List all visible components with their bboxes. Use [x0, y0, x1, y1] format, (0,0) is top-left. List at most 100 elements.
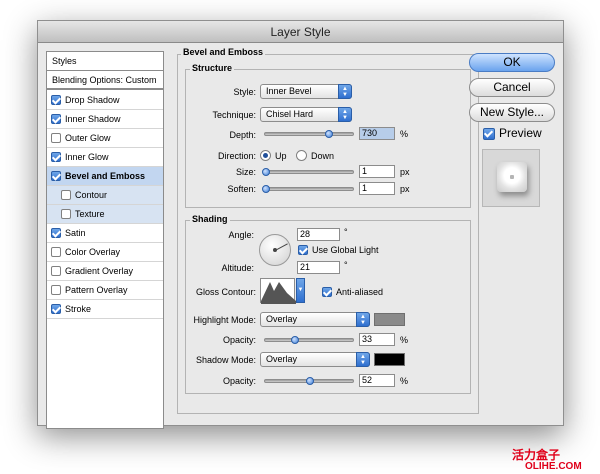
highlight-color-swatch[interactable]: [374, 313, 405, 326]
size-unit: px: [400, 167, 410, 177]
list-item-outer-glow[interactable]: Outer Glow: [47, 129, 163, 148]
bevel-emboss-title: Bevel and Emboss: [181, 47, 266, 57]
list-item-bevel-and-emboss[interactable]: Bevel and Emboss: [47, 167, 163, 186]
ok-button[interactable]: OK: [469, 53, 555, 72]
direction-up-label: Up: [275, 151, 287, 161]
texture-checkbox[interactable]: [61, 209, 71, 219]
list-item-label: Texture: [75, 209, 105, 219]
style-value: Inner Bevel: [266, 86, 312, 96]
window-title: Layer Style: [38, 21, 563, 43]
angle-center-dot: [273, 248, 277, 252]
cancel-button[interactable]: Cancel: [469, 78, 555, 97]
layer-style-dialog: Layer Style Styles Blending Options: Cus…: [37, 20, 564, 429]
list-item-label: Outer Glow: [65, 133, 111, 143]
depth-input[interactable]: 730: [359, 127, 395, 140]
pattern-overlay-checkbox[interactable]: [51, 285, 61, 295]
highlight-opacity-input[interactable]: 33: [359, 333, 395, 346]
technique-label: Technique:: [212, 110, 256, 120]
structure-title: Structure: [190, 63, 235, 73]
drop-shadow-checkbox[interactable]: [51, 95, 61, 105]
contour-checkbox[interactable]: [61, 190, 71, 200]
stroke-checkbox[interactable]: [51, 304, 61, 314]
shadow-opacity-label: Opacity:: [222, 376, 256, 386]
list-item-inner-shadow[interactable]: Inner Shadow: [47, 110, 163, 129]
soften-slider-track[interactable]: [264, 187, 354, 191]
blending-options-item[interactable]: Blending Options: Custom: [47, 71, 163, 90]
new-style-button[interactable]: New Style...: [469, 103, 555, 122]
watermark-en: OLIHE.COM: [525, 461, 582, 472]
shadow-opacity-input[interactable]: 52: [359, 374, 395, 387]
gloss-contour-picker[interactable]: ▼: [260, 278, 305, 304]
style-preview: [482, 149, 540, 207]
list-item-gradient-overlay[interactable]: Gradient Overlay: [47, 262, 163, 281]
updown-arrows-icon: ▲ ▼: [356, 312, 370, 327]
anti-aliased-checkbox[interactable]: [322, 287, 332, 297]
list-item-label: Drop Shadow: [65, 95, 120, 105]
soften-label: Soften:: [227, 184, 256, 194]
size-slider-track[interactable]: [264, 170, 354, 174]
shadow-mode-label: Shadow Mode:: [195, 355, 256, 365]
depth-slider-knob[interactable]: [325, 130, 333, 138]
style-select[interactable]: Inner Bevel ▲ ▼: [260, 84, 352, 99]
soften-unit: px: [400, 184, 410, 194]
list-item-stroke[interactable]: Stroke: [47, 300, 163, 319]
list-item-inner-glow[interactable]: Inner Glow: [47, 148, 163, 167]
list-item-label: Color Overlay: [65, 247, 121, 257]
list-item-label: Inner Glow: [65, 152, 109, 162]
satin-checkbox[interactable]: [51, 228, 61, 238]
style-label: Style:: [233, 87, 256, 97]
list-item-texture[interactable]: Texture: [47, 205, 163, 224]
highlight-opacity-track[interactable]: [264, 338, 354, 342]
contour-dropdown-icon[interactable]: ▼: [296, 278, 305, 303]
soften-input[interactable]: 1: [359, 182, 395, 195]
angle-dial[interactable]: [259, 234, 291, 266]
shading-title: Shading: [190, 214, 230, 224]
color-overlay-checkbox[interactable]: [51, 247, 61, 257]
shadow-opacity-unit: %: [400, 376, 409, 386]
angle-label: Angle:: [228, 230, 254, 240]
gloss-contour-label: Gloss Contour:: [195, 287, 256, 297]
list-item-label: Gradient Overlay: [65, 266, 134, 276]
list-item-satin[interactable]: Satin: [47, 224, 163, 243]
highlight-opacity-knob[interactable]: [291, 336, 299, 344]
shadow-mode-select[interactable]: Overlay ▲ ▼: [260, 352, 370, 367]
list-item-label: Stroke: [65, 304, 92, 314]
shadow-color-swatch[interactable]: [374, 353, 405, 366]
gradient-overlay-checkbox[interactable]: [51, 266, 61, 276]
styles-header[interactable]: Styles: [47, 52, 163, 71]
altitude-input[interactable]: 21: [297, 261, 340, 274]
altitude-unit: °: [344, 260, 348, 270]
preview-checkbox[interactable]: [483, 128, 495, 140]
soften-slider-knob[interactable]: [262, 185, 270, 193]
depth-slider-track[interactable]: [264, 132, 354, 136]
technique-select[interactable]: Chisel Hard ▲ ▼: [260, 107, 352, 122]
global-light-checkbox[interactable]: [298, 245, 308, 255]
updown-arrows-icon: ▲ ▼: [356, 352, 370, 367]
size-slider-knob[interactable]: [262, 168, 270, 176]
preview-thumbnail: [497, 162, 527, 192]
list-item-contour[interactable]: Contour: [47, 186, 163, 205]
bevel-emboss-checkbox[interactable]: [51, 171, 61, 181]
highlight-mode-select[interactable]: Overlay ▲ ▼: [260, 312, 370, 327]
styles-list: Styles Blending Options: Custom Drop Sha…: [46, 51, 164, 429]
direction-up-radio[interactable]: [260, 150, 271, 161]
direction-down-radio[interactable]: [296, 150, 307, 161]
global-light-label: Use Global Light: [312, 245, 379, 255]
size-input[interactable]: 1: [359, 165, 395, 178]
inner-glow-checkbox[interactable]: [51, 152, 61, 162]
list-item-color-overlay[interactable]: Color Overlay: [47, 243, 163, 262]
outer-glow-checkbox[interactable]: [51, 133, 61, 143]
shadow-opacity-knob[interactable]: [306, 377, 314, 385]
technique-value: Chisel Hard: [266, 109, 314, 119]
angle-input[interactable]: 28: [297, 228, 340, 241]
list-item-label: Contour: [75, 190, 108, 200]
inner-shadow-checkbox[interactable]: [51, 114, 61, 124]
list-item-drop-shadow[interactable]: Drop Shadow: [47, 91, 163, 110]
list-item-label: Pattern Overlay: [65, 285, 128, 295]
list-item-pattern-overlay[interactable]: Pattern Overlay: [47, 281, 163, 300]
highlight-opacity-label: Opacity:: [222, 335, 256, 345]
direction-label: Direction:: [217, 151, 256, 161]
altitude-label: Altitude:: [221, 263, 254, 273]
angle-unit: °: [344, 227, 348, 237]
highlight-opacity-unit: %: [400, 335, 409, 345]
